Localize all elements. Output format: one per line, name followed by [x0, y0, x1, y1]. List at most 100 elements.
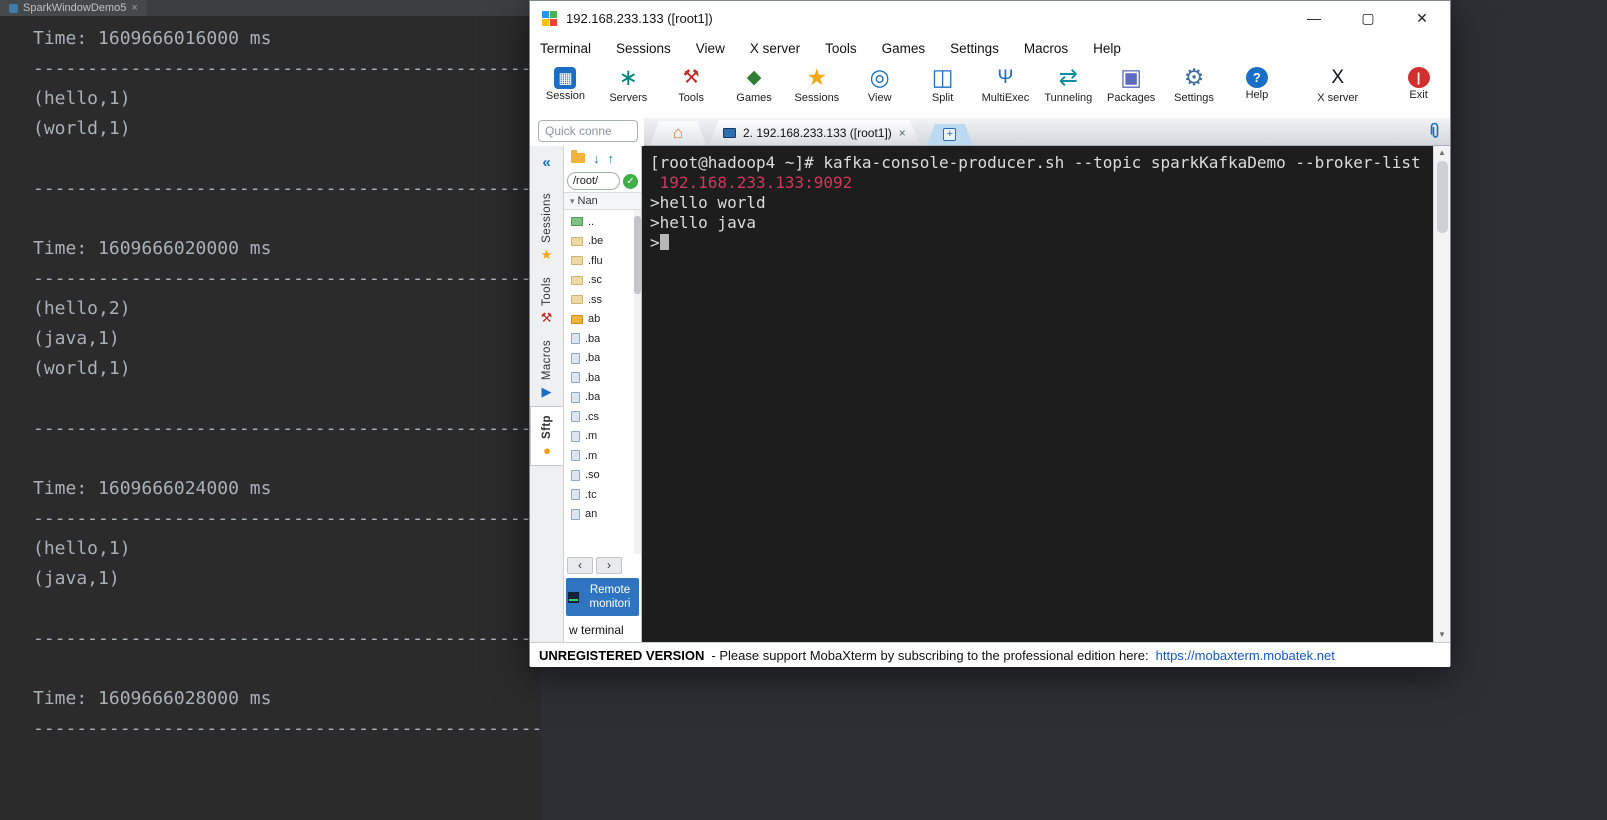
console-line: (java,1)	[33, 328, 120, 349]
file-row[interactable]: .tc	[564, 485, 641, 505]
new-tab-button[interactable]: +	[927, 124, 973, 145]
sftp-path-row: /root/ ✓	[564, 170, 641, 192]
file-row[interactable]: .m	[564, 427, 641, 447]
file-row[interactable]: .so	[564, 466, 641, 486]
menu-item[interactable]: Help	[1093, 41, 1121, 56]
file-row[interactable]: ab	[564, 310, 641, 330]
file-row[interactable]: an	[564, 505, 641, 525]
menu-item[interactable]: Terminal	[540, 41, 591, 56]
file-row[interactable]: .be	[564, 232, 641, 252]
file-name: .tc	[585, 488, 597, 501]
menu-item[interactable]: Sessions	[616, 41, 671, 56]
sidebar-tab-label: Tools	[540, 276, 553, 306]
file-row[interactable]: .ba	[564, 368, 641, 388]
attachment-paperclip-icon[interactable]	[1428, 122, 1442, 143]
sftp-path-field[interactable]: /root/	[567, 172, 620, 190]
console-line: (hello,1)	[33, 88, 131, 109]
file-list-header[interactable]: ▾ Nan	[564, 192, 641, 210]
forward-button[interactable]: ›	[596, 556, 622, 574]
toolbar-button[interactable]: ⚒ Tools	[660, 64, 723, 104]
file-name: .ss	[588, 293, 603, 306]
plus-icon: +	[943, 128, 956, 141]
ide-tab-title: SparkWindowDemo5	[23, 2, 127, 14]
file-name: .so	[585, 469, 600, 482]
menu-item[interactable]: View	[696, 41, 725, 56]
terminal-cursor	[659, 234, 669, 250]
terminal-scrollbar[interactable]: ▲ ▼	[1433, 146, 1450, 642]
menu-item[interactable]: X server	[750, 41, 800, 56]
back-button[interactable]: ‹	[567, 556, 593, 574]
sidebar-tab[interactable]: Tools ⚒	[530, 269, 563, 332]
menu-item[interactable]: Settings	[950, 41, 999, 56]
toolbar-icon: ⇄	[1058, 64, 1078, 90]
file-name: .cs	[585, 410, 600, 423]
toolbar-button[interactable]: | Exit	[1387, 64, 1450, 101]
quick-connect-input[interactable]	[538, 120, 638, 142]
collapse-sidebar-icon[interactable]: «	[542, 154, 550, 171]
file-row[interactable]: ..	[564, 212, 641, 232]
console-line: (world,1)	[33, 118, 131, 139]
folder-icon[interactable]	[571, 150, 585, 163]
scroll-down-icon[interactable]: ▼	[1438, 630, 1446, 640]
sidebar-tab-icon: ●	[543, 442, 551, 458]
terminal[interactable]: [root@hadoop4 ~]# kafka-console-producer…	[642, 146, 1433, 642]
file-icon	[571, 391, 580, 403]
mobaxterm-window: 192.168.233.133 ([root1]) — ▢ ✕ Terminal…	[529, 0, 1451, 667]
sftp-scrollbar-thumb[interactable]	[634, 216, 641, 294]
toolbar-button[interactable]: ? Help	[1225, 64, 1288, 101]
file-row[interactable]: .ba	[564, 388, 641, 408]
mobatek-link[interactable]: https://mobaxterm.mobatek.net	[1156, 648, 1335, 663]
toolbar-button[interactable]: ◆ Games	[723, 64, 786, 104]
file-row[interactable]: .ss	[564, 290, 641, 310]
close-icon[interactable]: ×	[131, 2, 137, 14]
file-row[interactable]: .flu	[564, 251, 641, 271]
terminal-scrollbar-thumb[interactable]	[1436, 161, 1448, 233]
toolbar-button[interactable]: Ψ MultiExec	[974, 64, 1037, 104]
toolbar-label: Help	[1245, 89, 1269, 101]
toolbar-button[interactable]: ⇄ Tunneling	[1037, 64, 1100, 105]
sidebar-tab[interactable]: Macros ▶	[530, 332, 563, 406]
file-row[interactable]: .ba	[564, 349, 641, 369]
new-terminal-label[interactable]: w terminal	[564, 618, 641, 642]
toolbar-button[interactable]: ∗ Servers	[597, 64, 660, 105]
toolbar-icon: ◆	[746, 67, 762, 88]
ide-tab-bar: SparkWindowDemo5 ×	[0, 0, 541, 16]
toolbar-icon: ⚒	[682, 67, 700, 88]
maximize-button[interactable]: ▢	[1358, 10, 1378, 27]
sftp-scrollbar[interactable]	[634, 210, 641, 554]
toolbar-button[interactable]: X X server	[1306, 64, 1369, 104]
tab-close-icon[interactable]: ×	[899, 126, 906, 140]
file-row[interactable]: .cs	[564, 407, 641, 427]
toolbar-button[interactable]: ▦ Session	[534, 64, 597, 102]
toolbar-button[interactable]: ◫ Split	[911, 64, 974, 105]
sftp-panel: ↓ ↑ /root/ ✓ ▾ Nan .. .be .flu .sc .ss a…	[564, 146, 642, 642]
toolbar-button[interactable]: ⚙ Settings	[1163, 64, 1226, 105]
file-icon	[571, 333, 580, 345]
sidebar-tab[interactable]: Sessions ★	[530, 185, 563, 269]
download-icon[interactable]: ↓	[593, 151, 600, 166]
file-row[interactable]: .ba	[564, 329, 641, 349]
sidebar-tab[interactable]: Sftp ●	[530, 405, 563, 466]
toolbar-button[interactable]: ★ Sessions	[785, 64, 848, 105]
file-row[interactable]: .m	[564, 446, 641, 466]
menu-item[interactable]: Tools	[825, 41, 857, 56]
main-area: « Sessions ★ Tools ⚒ Macros ▶ Sftp ● ↓ ↑…	[530, 146, 1450, 642]
menu-item[interactable]: Games	[882, 41, 926, 56]
toolbar-button[interactable]: ◎ View	[848, 64, 911, 105]
home-tab[interactable]: ⌂	[650, 121, 706, 145]
ide-window: SparkWindowDemo5 × Time: 1609666016000 m…	[0, 0, 541, 820]
minimize-button[interactable]: —	[1304, 10, 1324, 27]
title-bar[interactable]: 192.168.233.133 ([root1]) — ▢ ✕	[530, 1, 1450, 35]
ide-editor-tab[interactable]: SparkWindowDemo5 ×	[0, 0, 147, 16]
toolbar-icon: Ψ	[997, 67, 1014, 88]
scroll-up-icon[interactable]: ▲	[1438, 148, 1446, 158]
upload-icon[interactable]: ↑	[608, 151, 615, 166]
close-button[interactable]: ✕	[1412, 10, 1432, 27]
file-row[interactable]: .sc	[564, 271, 641, 291]
session-tab-active[interactable]: 2. 192.168.233.133 ([root1]) ×	[709, 120, 920, 145]
terminal-line: [root@hadoop4 ~]# kafka-console-producer…	[650, 153, 1421, 172]
toolbar-label: Tunneling	[1044, 92, 1093, 104]
toolbar-button[interactable]: ▣ Packages	[1100, 64, 1163, 105]
remote-monitoring-button[interactable]: Remote monitori	[566, 578, 639, 616]
menu-item[interactable]: Macros	[1024, 41, 1068, 56]
